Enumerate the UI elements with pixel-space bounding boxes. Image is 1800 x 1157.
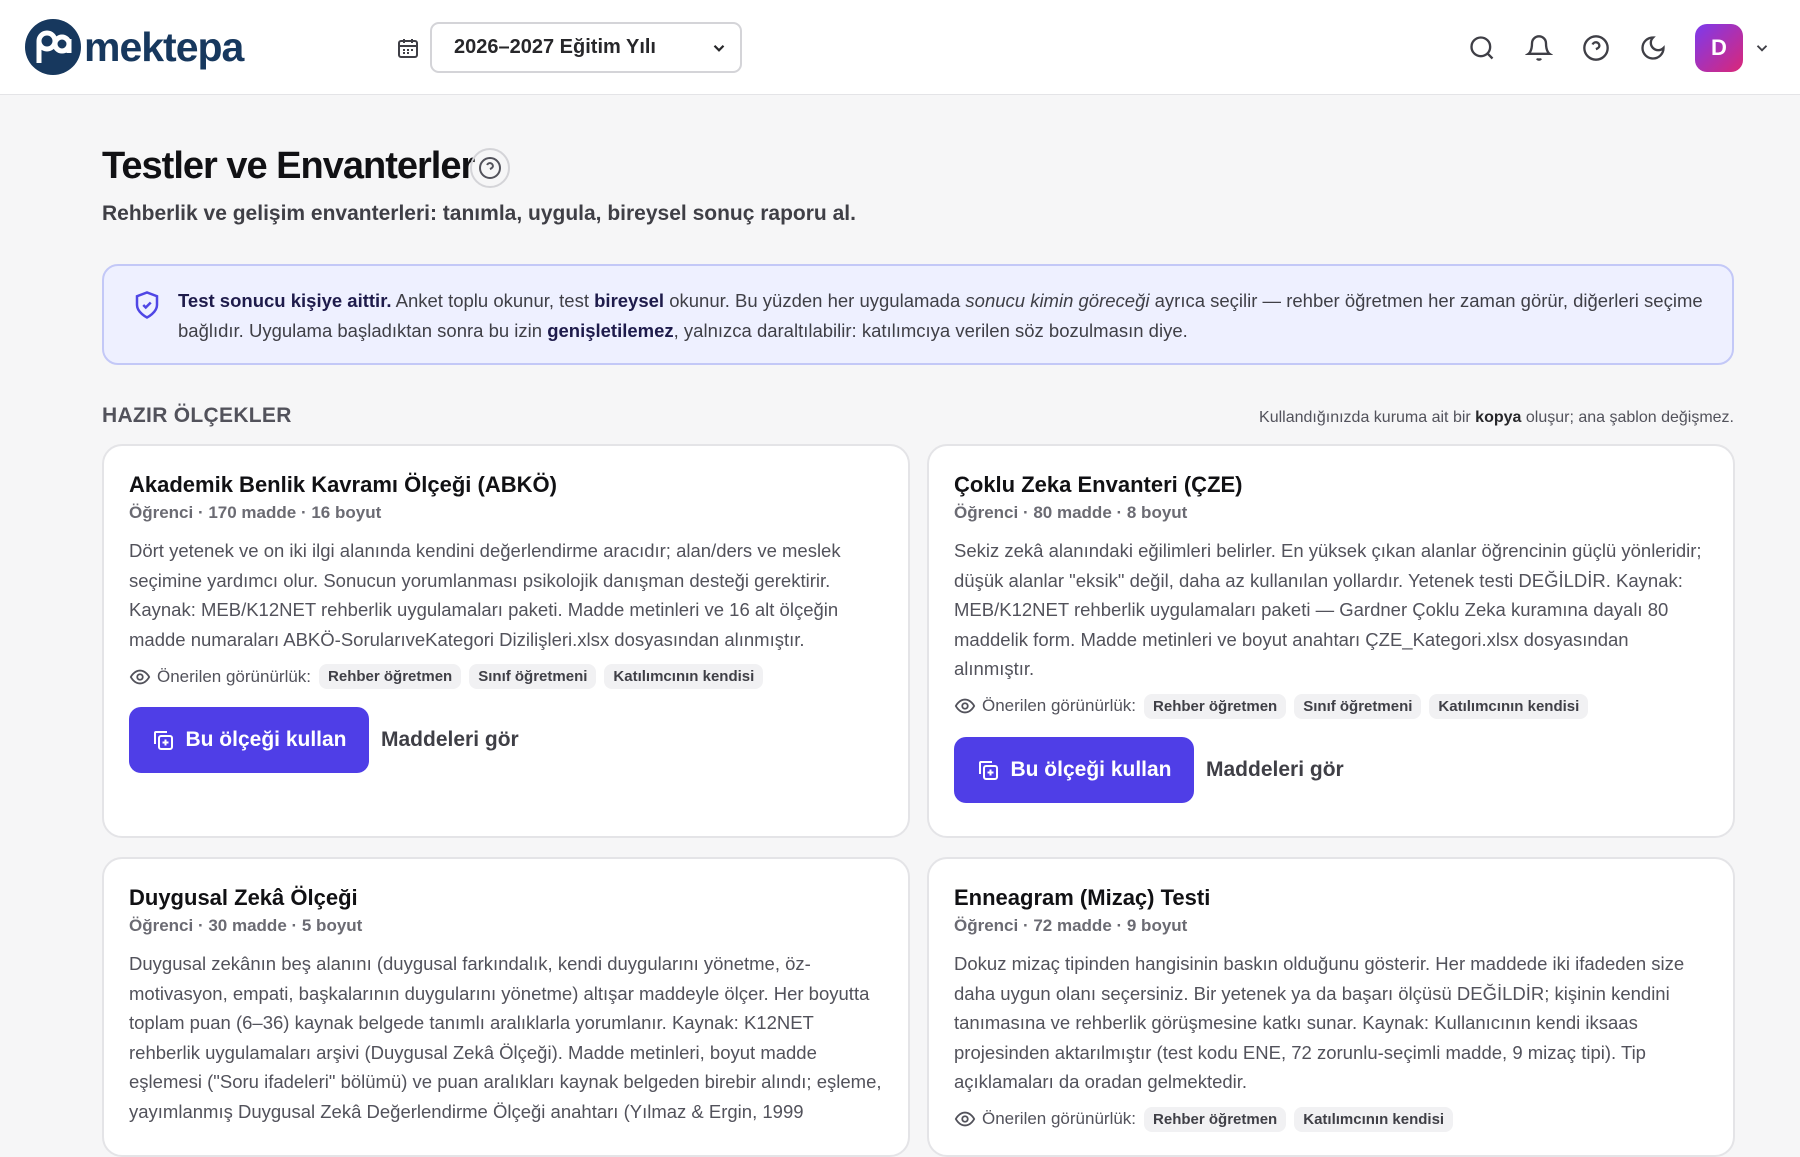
user-avatar[interactable]: D bbox=[1695, 24, 1743, 72]
visibility-chip: Rehber öğretmen bbox=[319, 664, 462, 689]
card-meta: Öğrenci · 72 madde · 9 boyut bbox=[954, 916, 1188, 935]
page-title: Testler ve Envanterler bbox=[102, 145, 475, 187]
visibility-label: Önerilen görünürlük: bbox=[157, 666, 312, 686]
visibility-chip: Katılımcının kendisi bbox=[604, 664, 764, 689]
use-scale-button[interactable]: Bu ölçeği kullan bbox=[129, 707, 369, 773]
view-items-button[interactable]: Maddeleri gör bbox=[1206, 758, 1344, 782]
brand-logo[interactable]: mektepa bbox=[25, 19, 244, 75]
section-note-bold: kopya bbox=[1475, 409, 1522, 426]
use-scale-label: Bu ölçeği kullan bbox=[185, 728, 347, 751]
visibility-chip: Katılımcının kendisi bbox=[1294, 1106, 1454, 1132]
visibility-chip: Rehber öğretmen bbox=[1144, 693, 1287, 719]
notice-text-2: okunur. Bu yüzden her uygulamada bbox=[664, 290, 966, 311]
scale-card: Enneagram (Mizaç) Testi Öğrenci · 72 mad… bbox=[927, 857, 1735, 1157]
card-actions: Bu ölçeği kullan Maddeleri gör bbox=[129, 707, 883, 773]
scale-card: Çoklu Zeka Envanteri (ÇZE) Öğrenci · 80 … bbox=[927, 444, 1735, 838]
page-subtitle: Rehberlik ve gelişim envanterleri: tanım… bbox=[102, 202, 856, 225]
notice-text-1: Anket toplu okunur, test bbox=[391, 290, 595, 311]
card-meta: Öğrenci · 80 madde · 8 boyut bbox=[954, 503, 1188, 522]
shield-check-icon bbox=[135, 291, 159, 319]
page-help-button[interactable] bbox=[470, 148, 510, 188]
card-description: Duygusal zekânın beş alanını (duygusal f… bbox=[129, 953, 882, 1122]
bell-icon[interactable] bbox=[1525, 34, 1553, 62]
use-scale-button[interactable]: Bu ölçeği kullan bbox=[954, 736, 1194, 803]
notice-lead: Test sonucu kişiye aittir. bbox=[178, 290, 392, 311]
visibility-row: Önerilen görünürlük: Rehber öğretmen Kat… bbox=[954, 1106, 1708, 1132]
section-heading: HAZIR ÖLÇEKLER bbox=[102, 404, 292, 427]
notice-text-4: , yalnızca daraltılabilir: katılımcıya v… bbox=[673, 320, 1188, 341]
visibility-row: Önerilen görünürlük: Rehber öğretmen Sın… bbox=[954, 693, 1708, 719]
view-items-button[interactable]: Maddeleri gör bbox=[381, 728, 519, 752]
year-select[interactable]: 2026–2027 Eğitim Yılı bbox=[430, 22, 742, 73]
visibility-chip: Rehber öğretmen bbox=[1144, 1106, 1287, 1132]
card-description: Dokuz mizaç tipinden hangisinin baskın o… bbox=[954, 953, 1685, 1092]
card-description: Sekiz zekâ alanındaki eğilimleri belirle… bbox=[954, 540, 1702, 679]
brand-name: mektepa bbox=[84, 23, 244, 70]
notice-italic: sonucu kimin göreceği bbox=[965, 290, 1150, 311]
section-note-text-2: oluşur; ana şablon değişmez. bbox=[1521, 409, 1734, 426]
chevron-down-icon bbox=[713, 44, 725, 52]
section-note: Kullandığınızda kuruma ait bir kopya olu… bbox=[1259, 409, 1734, 427]
notice-bold-1: bireysel bbox=[594, 290, 665, 311]
copy-plus-icon bbox=[979, 760, 999, 780]
card-meta: Öğrenci · 30 madde · 5 boyut bbox=[129, 916, 363, 935]
year-select-value: 2026–2027 Eğitim Yılı bbox=[454, 36, 656, 58]
search-icon[interactable] bbox=[1468, 34, 1496, 62]
card-actions: Bu ölçeği kullan Maddeleri gör bbox=[954, 736, 1708, 803]
privacy-notice: Test sonucu kişiye aittir. Anket toplu o… bbox=[102, 264, 1734, 365]
card-meta: Öğrenci · 170 madde · 16 boyut bbox=[129, 503, 382, 522]
card-title: Enneagram (Mizaç) Testi bbox=[954, 885, 1211, 910]
help-icon[interactable] bbox=[1582, 34, 1610, 62]
card-title: Çoklu Zeka Envanteri (ÇZE) bbox=[954, 472, 1243, 497]
eye-icon bbox=[954, 1111, 976, 1127]
visibility-chip: Sınıf öğretmeni bbox=[469, 664, 597, 689]
visibility-row: Önerilen görünürlük: Rehber öğretmen Sın… bbox=[129, 664, 883, 689]
chevron-down-icon[interactable] bbox=[1753, 39, 1771, 57]
help-icon bbox=[479, 157, 501, 179]
year-selector-group: 2026–2027 Eğitim Yılı bbox=[396, 22, 742, 73]
top-bar: mektepa 2026–2027 Eğitim Yılı D bbox=[0, 0, 1800, 95]
visibility-label: Önerilen görünürlük: bbox=[982, 1109, 1137, 1128]
card-description: Dört yetenek ve on iki ilgi alanında ken… bbox=[129, 540, 841, 650]
visibility-label: Önerilen görünürlük: bbox=[982, 696, 1137, 715]
use-scale-label: Bu ölçeği kullan bbox=[1010, 757, 1172, 781]
eye-icon bbox=[129, 669, 151, 684]
scale-card: Duygusal Zekâ Ölçeği Öğrenci · 30 madde … bbox=[102, 857, 910, 1157]
logo-mark-icon bbox=[25, 19, 81, 75]
scale-card: Akademik Benlik Kavramı Ölçeği (ABKÖ) Öğ… bbox=[102, 444, 910, 838]
section-note-text-1: Kullandığınızda kuruma ait bir bbox=[1259, 409, 1476, 426]
notice-bold-2: genişletilemez bbox=[547, 320, 674, 341]
visibility-chip: Katılımcının kendisi bbox=[1429, 693, 1589, 719]
card-title: Duygusal Zekâ Ölçeği bbox=[129, 885, 358, 910]
eye-icon bbox=[954, 698, 976, 714]
visibility-chip: Sınıf öğretmeni bbox=[1294, 693, 1422, 719]
copy-plus-icon bbox=[154, 731, 174, 750]
calendar-icon bbox=[398, 38, 418, 58]
moon-icon[interactable] bbox=[1639, 34, 1667, 62]
card-title: Akademik Benlik Kavramı Ölçeği (ABKÖ) bbox=[129, 472, 557, 497]
